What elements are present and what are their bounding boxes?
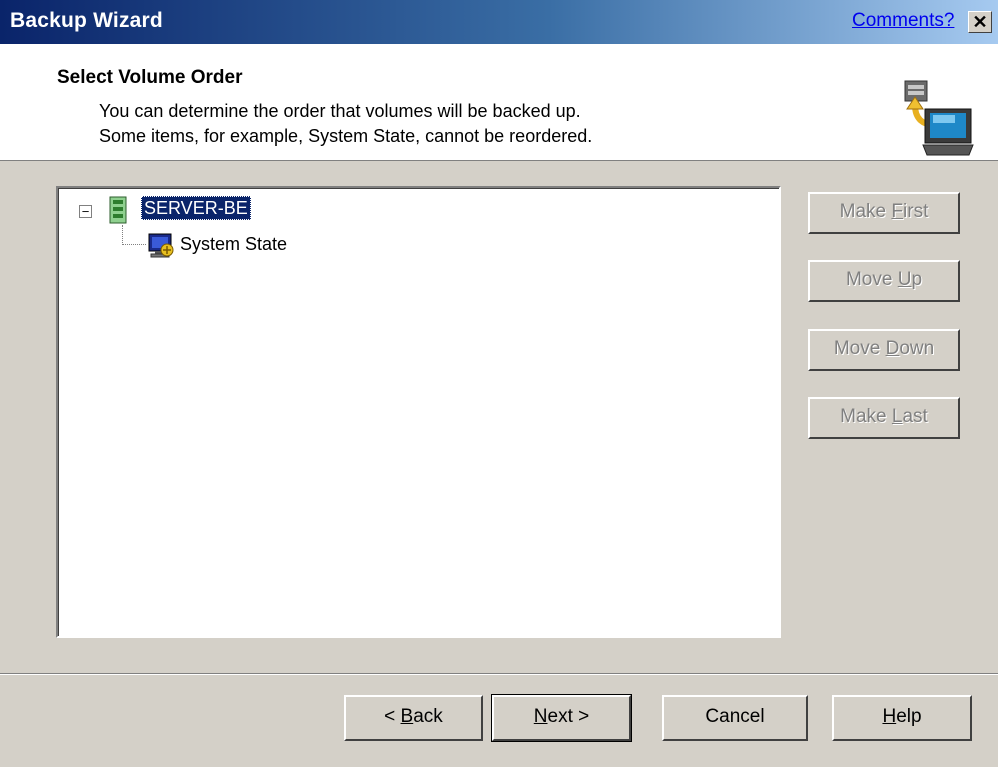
- footer-divider-highlight: [0, 674, 998, 675]
- wizard-header: Select Volume Order You can determine th…: [0, 44, 998, 161]
- comments-link[interactable]: Comments?: [852, 10, 954, 32]
- description-line-1: You can determine the order that volumes…: [99, 101, 581, 121]
- close-button[interactable]: ✕: [968, 11, 992, 33]
- system-state-icon: [148, 233, 174, 258]
- server-icon: [109, 196, 127, 224]
- make-first-button[interactable]: Make First: [808, 192, 960, 234]
- volume-tree[interactable]: − SERVER-BE System State: [56, 186, 781, 638]
- cancel-button[interactable]: Cancel: [662, 695, 808, 741]
- page-description: You can determine the order that volumes…: [99, 99, 592, 149]
- move-down-button[interactable]: Move Down: [808, 329, 960, 371]
- window-title: Backup Wizard: [10, 9, 163, 32]
- next-button[interactable]: Next >: [491, 694, 632, 742]
- tree-connector: [122, 244, 146, 245]
- help-button[interactable]: Help: [832, 695, 972, 741]
- page-title: Select Volume Order: [57, 67, 243, 88]
- backup-wizard-window: Backup Wizard Comments? ✕ Select Volume …: [0, 0, 998, 767]
- tree-node-system-state[interactable]: System State: [180, 232, 287, 256]
- collapse-toggle[interactable]: −: [79, 205, 92, 218]
- title-bar: Backup Wizard Comments? ✕: [0, 0, 998, 44]
- back-button[interactable]: < Back: [344, 695, 483, 741]
- move-up-button[interactable]: Move Up: [808, 260, 960, 302]
- tree-node-server[interactable]: SERVER-BE: [141, 196, 251, 220]
- backup-computer-icon: [904, 80, 974, 156]
- make-last-button[interactable]: Make Last: [808, 397, 960, 439]
- description-line-2: Some items, for example, System State, c…: [99, 126, 593, 146]
- tree-connector: [122, 225, 123, 245]
- close-icon: ✕: [972, 12, 988, 32]
